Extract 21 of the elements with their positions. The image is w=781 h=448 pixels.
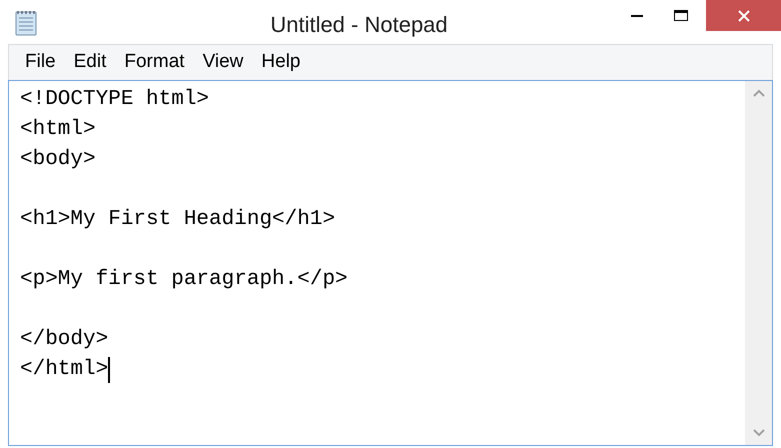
menu-item[interactable]: Help [253,48,308,77]
code-line: <body> [20,147,96,173]
code-line: <!DOCTYPE html> [20,87,210,113]
text-cursor [108,357,110,383]
window-title: Untitled - Notepad [270,11,448,39]
minimize-icon [631,14,643,16]
scroll-up-icon[interactable] [752,89,764,97]
code-line: </html> [20,357,108,383]
code-line: <p>My first paragraph.</p> [20,267,348,293]
text-area[interactable]: <!DOCTYPE html> <html> <body> <h1>My First Heading</h1> <p>My first paragraph.</p> </body> </html> [8,80,773,446]
menu-item[interactable]: File [17,48,64,77]
maximize-icon [674,10,688,21]
close-icon [736,8,750,22]
code-line: <html> [20,117,96,143]
menu-item[interactable]: Edit [66,48,114,77]
code-line: </body> [20,327,108,353]
scrollbar[interactable] [745,81,772,445]
scroll-down-icon[interactable] [752,429,764,437]
menu-item[interactable]: View [194,48,252,77]
menu-item[interactable]: Format [116,48,193,77]
code-line: <h1>My First Heading</h1> [20,207,336,233]
